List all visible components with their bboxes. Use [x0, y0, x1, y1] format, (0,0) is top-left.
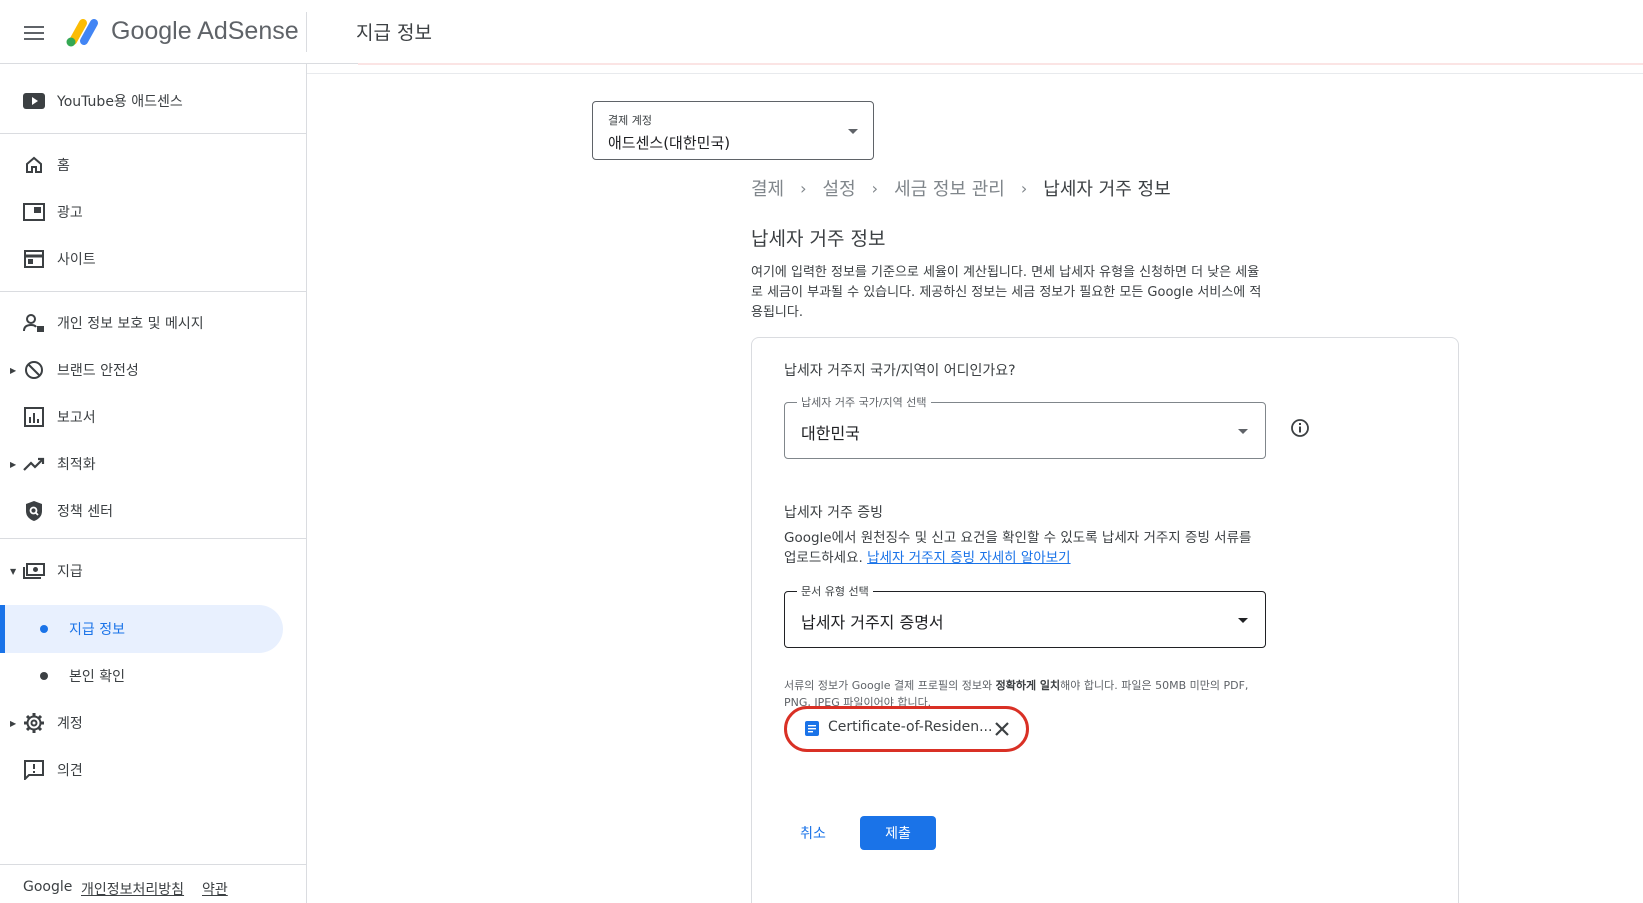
breadcrumb: 결제 › 설정 › 세금 정보 관리 › 납세자 거주 정보 — [751, 175, 1171, 201]
sidebar-item-label: 홈 — [57, 158, 70, 174]
proof-description: Google에서 원천징수 및 신고 요건을 확인할 수 있도록 납세자 거주지… — [784, 528, 1254, 568]
sidebar-item-home[interactable]: 홈 — [0, 142, 307, 188]
youtube-icon — [22, 89, 46, 113]
adsense-logo — [66, 19, 98, 47]
sidebar-item-payments[interactable]: ▼ 지급 — [0, 548, 307, 594]
main-content: 결제 계정 애드센스(대한민국) 결제 › 설정 › 세금 정보 관리 › 납세… — [307, 64, 1643, 903]
reports-icon — [22, 405, 46, 429]
tax-residency-card: 납세자 거주지 국가/지역이 어디인가요? 납세자 거주 국가/지역 선택 대한… — [751, 337, 1459, 903]
sidebar-item-policy-center[interactable]: 정책 센터 — [0, 488, 307, 534]
sidebar-item-label: 개인 정보 보호 및 메시지 — [57, 316, 204, 332]
sidebar-item-label: 광고 — [57, 205, 83, 221]
payments-icon — [22, 559, 46, 583]
divider — [0, 291, 307, 292]
page-title: 지급 정보 — [356, 22, 432, 44]
bullet-icon — [40, 625, 48, 633]
sidebar-item-account[interactable]: ▶ 계정 — [0, 700, 307, 746]
payment-account-select[interactable]: 결제 계정 애드센스(대한민국) — [592, 101, 874, 160]
sidebar-item-sites[interactable]: 사이트 — [0, 236, 307, 282]
sidebar-item-reports[interactable]: 보고서 — [0, 394, 307, 440]
expand-caret-icon[interactable]: ▶ — [10, 366, 16, 375]
optimization-icon — [22, 452, 46, 476]
footer-google: Google — [23, 879, 73, 895]
chevron-right-icon: › — [800, 178, 807, 198]
sidebar-item-feedback[interactable]: 의견 — [0, 747, 307, 793]
document-type-label: 문서 유형 선택 — [797, 583, 873, 599]
sidebar-item-brand-safety[interactable]: ▶ 브랜드 안전성 — [0, 347, 307, 393]
sidebar: YouTube용 애드센스 홈 광고 사이트 개인 정보 보호 및 메시지 ▶ … — [0, 64, 307, 903]
expand-caret-icon[interactable]: ▶ — [10, 460, 16, 469]
sidebar-item-label: 보고서 — [57, 410, 96, 426]
section-description: 여기에 입력한 정보를 기준으로 세율이 계산됩니다. 면세 납세자 유형을 신… — [751, 265, 1262, 320]
chevron-right-icon: › — [871, 178, 879, 198]
breadcrumb-item[interactable]: 설정 — [823, 175, 856, 201]
sidebar-item-youtube[interactable]: YouTube용 애드센스 — [0, 78, 307, 124]
top-strip — [307, 73, 1643, 74]
country-select-label: 납세자 거주 국가/지역 선택 — [797, 394, 931, 410]
brand-safety-icon — [22, 358, 46, 382]
terms-link[interactable]: 약관 — [202, 879, 228, 899]
sidebar-footer: Google 개인정보처리방침 약관 — [0, 864, 307, 903]
country-select[interactable]: 납세자 거주 국가/지역 선택 대한민국 — [784, 394, 1266, 459]
note-text: 서류의 정보가 Google 결제 프로필의 정보와 — [784, 679, 996, 692]
info-icon[interactable] — [1290, 418, 1310, 438]
sidebar-item-label: 사이트 — [57, 252, 96, 268]
breadcrumb-item[interactable]: 결제 — [751, 175, 784, 201]
divider — [0, 133, 307, 134]
sidebar-subitem-identity-verification[interactable]: 본인 확인 — [0, 653, 307, 699]
dropdown-arrow-icon — [848, 129, 858, 134]
app-header: Google AdSense 지급 정보 — [0, 0, 1643, 64]
breadcrumb-item[interactable]: 세금 정보 관리 — [894, 175, 1005, 201]
sidebar-item-label: 최적화 — [57, 457, 96, 473]
country-select-value: 대한민국 — [801, 424, 860, 443]
dropdown-arrow-icon — [1238, 429, 1248, 434]
account-gear-icon — [22, 711, 46, 735]
sidebar-item-label: 지급 — [57, 564, 83, 580]
divider — [0, 538, 307, 539]
document-icon[interactable] — [805, 721, 819, 736]
brand-name: Google AdSense — [111, 17, 299, 45]
chevron-right-icon: › — [1020, 178, 1028, 198]
payment-account-label: 결제 계정 — [608, 114, 652, 127]
learn-more-link[interactable]: 납세자 거주지 증빙 자세히 알아보기 — [867, 550, 1070, 566]
home-icon — [22, 153, 46, 177]
sidebar-item-privacy-messaging[interactable]: 개인 정보 보호 및 메시지 — [0, 300, 307, 346]
sidebar-item-optimization[interactable]: ▶ 최적화 — [0, 441, 307, 487]
uploaded-file-chip: Certificate-of-Residen... — [784, 706, 1029, 752]
document-type-select[interactable]: 문서 유형 선택 납세자 거주지 증명서 — [784, 583, 1266, 648]
policy-center-icon — [22, 499, 46, 523]
sidebar-subitem-label: 본인 확인 — [69, 669, 125, 685]
sidebar-item-label: 의견 — [57, 763, 83, 779]
sidebar-item-label: YouTube용 애드센스 — [57, 94, 183, 110]
residency-question: 납세자 거주지 국가/지역이 어디인가요? — [784, 363, 1016, 379]
feedback-icon — [22, 758, 46, 782]
cancel-button[interactable]: 취소 — [788, 816, 838, 850]
sidebar-item-label: 계정 — [57, 716, 83, 732]
payment-account-value: 애드센스(대한민국) — [608, 134, 731, 152]
expand-caret-icon[interactable]: ▶ — [10, 719, 16, 728]
proof-title: 납세자 거주 증빙 — [784, 505, 884, 521]
close-icon[interactable] — [992, 719, 1012, 739]
breadcrumb-current: 납세자 거주 정보 — [1043, 179, 1171, 200]
dropdown-arrow-icon — [1238, 618, 1248, 623]
menu-icon[interactable] — [22, 22, 46, 42]
privacy-policy-link[interactable]: 개인정보처리방침 — [81, 879, 184, 899]
bullet-icon — [40, 672, 48, 680]
collapse-caret-icon[interactable]: ▼ — [10, 567, 16, 576]
sites-icon — [22, 247, 46, 271]
submit-button[interactable]: 제출 — [860, 816, 936, 850]
ads-icon — [22, 200, 46, 224]
privacy-messaging-icon — [22, 311, 46, 335]
sidebar-subitem-payment-info[interactable]: 지급 정보 — [0, 606, 307, 652]
sidebar-item-label: 정책 센터 — [57, 504, 113, 520]
file-name[interactable]: Certificate-of-Residen... — [828, 719, 992, 735]
document-type-value: 납세자 거주지 증명서 — [801, 613, 944, 632]
sidebar-item-label: 브랜드 안전성 — [57, 363, 139, 379]
sidebar-subitem-label: 지급 정보 — [69, 622, 125, 638]
section-title: 납세자 거주 정보 — [751, 228, 886, 250]
header-divider — [306, 12, 307, 52]
sidebar-item-ads[interactable]: 광고 — [0, 189, 307, 235]
note-emphasis: 정확하게 일치 — [995, 679, 1061, 692]
